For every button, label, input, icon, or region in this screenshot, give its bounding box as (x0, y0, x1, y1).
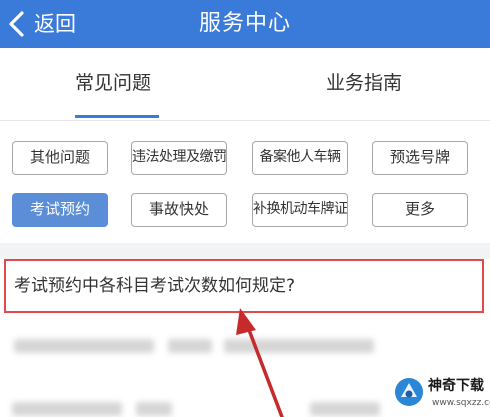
category-accident[interactable]: 事故快处 (131, 193, 227, 227)
category-grid: 其他问题 违法处理及缴罚 备案他人车辆 预选号牌 考试预约 事故快处 补换机动车… (0, 121, 490, 243)
blurred-question-text (168, 339, 212, 353)
category-exam-booking[interactable]: 考试预约 (12, 193, 108, 227)
blurred-question-text (14, 339, 154, 353)
page-title: 服务中心 (198, 11, 291, 36)
question-item-highlighted[interactable]: 考试预约中各科目考试次数如何规定? (4, 259, 484, 313)
watermark-name: 神奇下载 (428, 378, 484, 394)
watermark-logo-icon (395, 378, 423, 406)
blurred-question-text (136, 402, 172, 416)
tab-guide[interactable]: 业务指南 (326, 68, 402, 98)
blurred-question-text (12, 402, 122, 416)
watermark-url: www.sqxzz.com (432, 398, 490, 408)
category-more[interactable]: 更多 (372, 193, 468, 227)
section-divider (0, 243, 490, 259)
blurred-question-text (310, 402, 380, 416)
category-replace-license[interactable]: 补换机动车牌证 (252, 193, 348, 227)
question-text: 考试预约中各科目考试次数如何规定? (14, 276, 296, 296)
category-violation[interactable]: 违法处理及缴罚 (131, 141, 227, 175)
active-tab-indicator (75, 115, 159, 118)
watermark: 神奇下载 www.sqxzz.com (388, 372, 490, 417)
tab-bar: 常见问题 业务指南 (0, 48, 490, 121)
nav-bar: 返回 服务中心 (0, 0, 490, 48)
category-other[interactable]: 其他问题 (12, 141, 108, 175)
blurred-question-text (224, 339, 374, 353)
tab-faq[interactable]: 常见问题 (75, 68, 151, 98)
category-register-vehicle[interactable]: 备案他人车辆 (252, 141, 348, 175)
category-plate-preselect[interactable]: 预选号牌 (372, 141, 468, 175)
